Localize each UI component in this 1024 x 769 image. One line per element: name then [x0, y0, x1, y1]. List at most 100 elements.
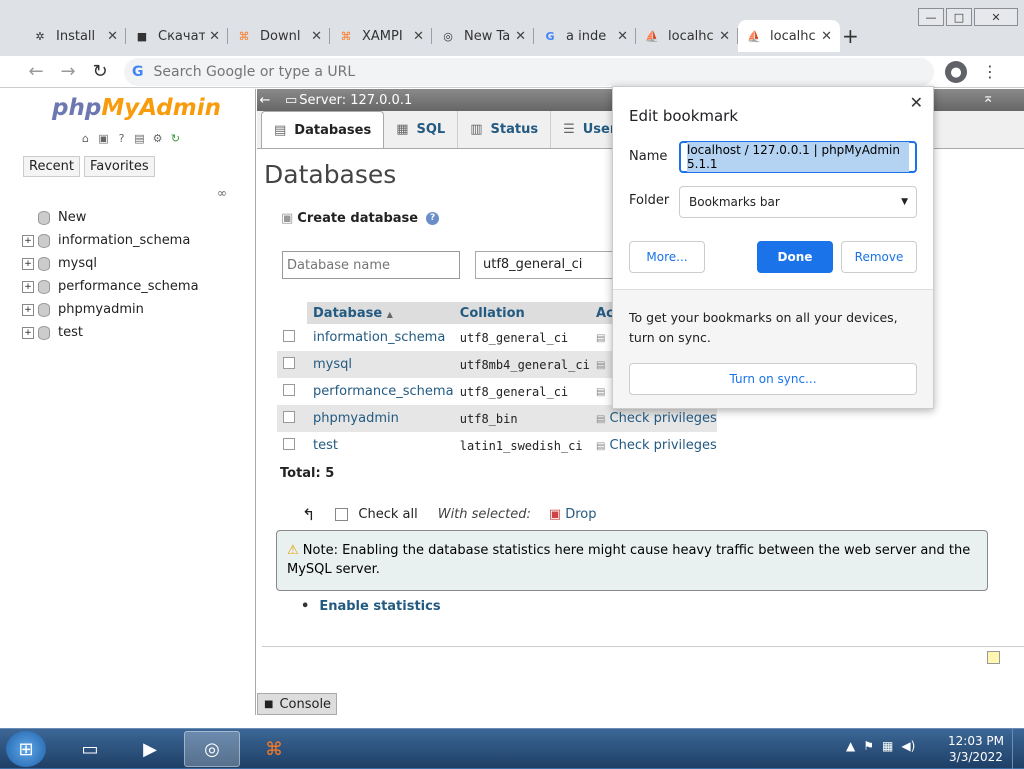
database-name-input[interactable] [282, 251, 460, 279]
tab-download[interactable]: ⌘Downl✕ [228, 20, 330, 52]
privileges-icon: ▤ [596, 360, 605, 371]
tab-download-ru[interactable]: ■Скачат✕ [126, 20, 228, 52]
show-desktop-button[interactable] [1012, 729, 1024, 769]
help-icon[interactable]: ? [114, 131, 129, 146]
row-checkbox[interactable] [283, 411, 295, 423]
expand-icon[interactable]: + [22, 304, 34, 316]
check-all-label[interactable]: Check all [358, 507, 417, 522]
collation-select[interactable]: utf8_general_ci [475, 251, 615, 279]
db-name[interactable]: test [307, 432, 454, 459]
db-name[interactable]: information_schema [307, 324, 454, 351]
header-database[interactable]: Database ▲ [307, 302, 454, 324]
tab-install[interactable]: ✲Install✕ [24, 20, 126, 52]
media-player-icon[interactable]: ▶ [122, 731, 178, 767]
xampp-taskbar-icon[interactable]: ⌘ [246, 731, 302, 767]
pma-logo[interactable]: phpMyAdmin [52, 95, 221, 121]
tree-item-phpmyadmin[interactable]: +phpmyadmin [22, 298, 199, 321]
tab-label: SQL [417, 122, 446, 137]
table-row[interactable]: phpmyadmin utf8_bin ▤Check privileges [277, 405, 717, 432]
expand-icon[interactable]: + [22, 235, 34, 247]
expand-icon[interactable]: + [22, 327, 34, 339]
action-center-icon[interactable]: ⚑ [863, 739, 874, 753]
chrome-taskbar-icon[interactable]: ◎ [184, 731, 240, 767]
tree-item-performance-schema[interactable]: +performance_schema [22, 275, 199, 298]
row-checkbox[interactable] [283, 357, 295, 369]
drop-button[interactable]: Drop [565, 507, 596, 522]
row-checkbox[interactable] [283, 384, 295, 396]
docs-icon[interactable]: ▤ [132, 131, 147, 146]
minimize-button[interactable]: — [918, 8, 944, 26]
tree-item-information-schema[interactable]: +information_schema [22, 229, 199, 252]
row-checkbox[interactable] [283, 330, 295, 342]
close-icon[interactable]: ✕ [209, 29, 220, 44]
tree-item-test[interactable]: +test [22, 321, 199, 344]
tab-status[interactable]: ▥Status [458, 111, 551, 148]
close-icon[interactable]: ✕ [311, 29, 322, 44]
tab-sql[interactable]: ▦SQL [384, 111, 458, 148]
folder-select[interactable]: Bookmarks bar▼ [679, 186, 917, 218]
window-controls: — □ ✕ [918, 8, 1018, 26]
close-icon[interactable]: ✕ [107, 29, 118, 44]
back-button[interactable]: ← [20, 61, 52, 82]
header-collation[interactable]: Collation [454, 302, 590, 324]
tab-localhost-2[interactable]: ⛵localhc✕ [738, 20, 840, 52]
expand-icon[interactable]: + [22, 258, 34, 270]
new-tab-button[interactable]: + [842, 24, 859, 48]
tray-expand-icon[interactable]: ▲ [846, 739, 855, 753]
tab-index[interactable]: Ga inde✕ [534, 20, 636, 52]
tab-databases[interactable]: ▤Databases [261, 111, 384, 148]
logout-icon[interactable]: ▣ [96, 131, 111, 146]
explorer-icon[interactable]: ▭ [62, 731, 118, 767]
start-button[interactable]: ⊞ [6, 731, 46, 767]
clock[interactable]: 12:03 PM 3/3/2022 [948, 733, 1004, 765]
tree-item-new[interactable]: New [22, 206, 199, 229]
recent-button[interactable]: Recent [23, 156, 80, 177]
console-button[interactable]: ■Console [257, 693, 337, 715]
bookmark-name-input[interactable]: localhost / 127.0.0.1 | phpMyAdmin 5.1.1 [679, 141, 917, 173]
close-icon[interactable]: ✕ [821, 29, 832, 44]
row-checkbox[interactable] [283, 438, 295, 450]
notepad-icon[interactable] [987, 651, 1000, 664]
tab-localhost-1[interactable]: ⛵localhc✕ [636, 20, 738, 52]
reload-button[interactable]: ↻ [84, 61, 116, 82]
close-window-button[interactable]: ✕ [974, 8, 1018, 26]
db-name[interactable]: phpmyadmin [307, 405, 454, 432]
network-icon[interactable]: ▦ [882, 739, 893, 753]
tab-new-tab[interactable]: ◎New Ta✕ [432, 20, 534, 52]
remove-button[interactable]: Remove [841, 241, 917, 273]
favorites-button[interactable]: Favorites [84, 156, 155, 177]
help-icon[interactable]: ? [426, 212, 439, 225]
enable-statistics-link[interactable]: Enable statistics [301, 599, 441, 614]
tab-xampp[interactable]: ⌘XAMPI✕ [330, 20, 432, 52]
close-icon[interactable]: ✕ [515, 29, 526, 44]
scroll-top-icon[interactable]: ⌅ [982, 90, 994, 106]
url-input[interactable] [154, 64, 854, 80]
close-icon[interactable]: ✕ [719, 29, 730, 44]
volume-icon[interactable]: ◀) [901, 739, 915, 753]
maximize-button[interactable]: □ [946, 8, 972, 26]
db-name[interactable]: performance_schema [307, 378, 454, 405]
tree-item-mysql[interactable]: +mysql [22, 252, 199, 275]
profile-icon[interactable]: ● [945, 61, 967, 83]
close-icon[interactable]: ✕ [910, 93, 923, 112]
done-button[interactable]: Done [757, 241, 833, 273]
reload-icon[interactable]: ↻ [168, 131, 183, 146]
omnibox[interactable]: G [124, 58, 934, 86]
close-icon[interactable]: ✕ [413, 29, 424, 44]
db-name[interactable]: mysql [307, 351, 454, 378]
db-action[interactable]: ▤Check privileges [590, 432, 717, 459]
check-all-checkbox[interactable] [335, 508, 348, 521]
forward-button[interactable]: → [52, 61, 84, 82]
collapse-nav-icon[interactable]: ← [257, 93, 273, 108]
menu-icon[interactable]: ⋮ [982, 62, 998, 81]
close-icon[interactable]: ✕ [617, 29, 628, 44]
turn-on-sync-button[interactable]: Turn on sync... [629, 363, 917, 395]
table-row[interactable]: test latin1_swedish_ci ▤Check privileges [277, 432, 717, 459]
settings-icon[interactable]: ⚙ [150, 131, 165, 146]
link-icon[interactable]: ∞ [217, 186, 227, 200]
db-action[interactable]: ▤Check privileges [590, 405, 717, 432]
server-label[interactable]: Server: 127.0.0.1 [299, 93, 412, 108]
expand-icon[interactable]: + [22, 281, 34, 293]
more-button[interactable]: More... [629, 241, 705, 273]
home-icon[interactable]: ⌂ [78, 131, 93, 146]
